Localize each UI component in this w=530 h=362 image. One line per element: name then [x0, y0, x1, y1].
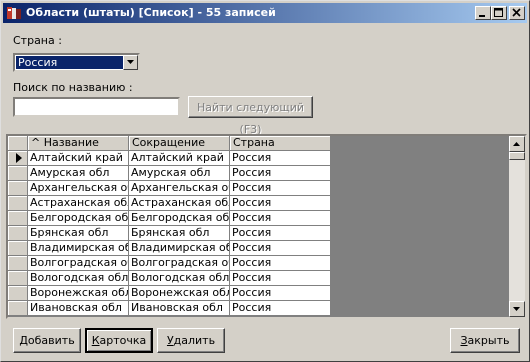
- search-input[interactable]: [13, 97, 180, 117]
- delete-button[interactable]: Удалить: [157, 328, 225, 353]
- row-indicator[interactable]: [8, 196, 28, 211]
- row-indicator[interactable]: [8, 256, 28, 271]
- column-header-short[interactable]: Сокращение: [129, 136, 230, 151]
- row-indicator[interactable]: [8, 286, 28, 301]
- vertical-scrollbar[interactable]: [509, 136, 525, 317]
- main-window: Области (штаты) [Список] - 55 записей Ст…: [0, 0, 530, 362]
- cell-country[interactable]: Россия: [230, 196, 331, 211]
- add-button[interactable]: Добавить: [13, 328, 81, 353]
- title-bar[interactable]: Области (штаты) [Список] - 55 записей: [3, 3, 527, 23]
- cell-country[interactable]: Россия: [230, 181, 331, 196]
- cell-name[interactable]: Волгоградская обл: [28, 256, 129, 271]
- country-label: Страна :: [13, 34, 62, 47]
- card-button-label: арточка: [99, 334, 147, 347]
- cell-short[interactable]: Архангельская обл: [129, 181, 230, 196]
- row-pointer-icon: [16, 153, 22, 163]
- country-dropdown-button[interactable]: [123, 55, 138, 70]
- cell-short[interactable]: Астраханская обл: [129, 196, 230, 211]
- close-button[interactable]: Закрыть: [450, 328, 520, 353]
- maximize-button[interactable]: [491, 6, 507, 20]
- cell-short[interactable]: Вологодская обл: [129, 271, 230, 286]
- cell-country[interactable]: Россия: [230, 166, 331, 181]
- cell-short[interactable]: Ивановская обл: [129, 301, 230, 316]
- cell-short[interactable]: Брянская обл: [129, 226, 230, 241]
- scroll-up-button[interactable]: [509, 136, 525, 152]
- add-button-label: обавить: [27, 334, 75, 347]
- minimize-icon: [479, 15, 485, 17]
- cell-country[interactable]: Россия: [230, 226, 331, 241]
- cell-short[interactable]: Амурская обл: [129, 166, 230, 181]
- row-indicator[interactable]: [8, 151, 28, 166]
- regions-grid[interactable]: ^ Название Сокращение Страна Алтайский к…: [6, 134, 527, 319]
- cell-country[interactable]: Россия: [230, 301, 331, 316]
- cell-short[interactable]: Алтайский край: [129, 151, 230, 166]
- scroll-up-icon: [513, 142, 520, 146]
- card-button[interactable]: Карточка: [85, 328, 153, 353]
- cell-country[interactable]: Россия: [230, 271, 331, 286]
- column-header-country[interactable]: Страна: [230, 136, 331, 151]
- add-button-hotkey: Д: [19, 334, 28, 347]
- close-button-hotkey: З: [460, 334, 468, 347]
- country-select[interactable]: Россия: [13, 53, 140, 72]
- cell-name[interactable]: Владимирская обл: [28, 241, 129, 256]
- cell-name[interactable]: Архангельская обл: [28, 181, 129, 196]
- close-button-label: акрыть: [467, 334, 510, 347]
- grid-corner: [8, 136, 28, 151]
- cell-name[interactable]: Вологодская обл: [28, 271, 129, 286]
- cell-country[interactable]: Россия: [230, 256, 331, 271]
- cell-short[interactable]: Волгоградская обл: [129, 256, 230, 271]
- card-button-hotkey: К: [91, 334, 100, 347]
- cell-name[interactable]: Воронежская обл: [28, 286, 129, 301]
- cell-short[interactable]: Владимирская обл: [129, 241, 230, 256]
- cell-name[interactable]: Алтайский край: [28, 151, 129, 166]
- cell-name[interactable]: Брянская обл: [28, 226, 129, 241]
- app-icon: [7, 7, 21, 19]
- cell-name[interactable]: Амурская обл: [28, 166, 129, 181]
- cell-country[interactable]: Россия: [230, 211, 331, 226]
- close-window-button[interactable]: [509, 6, 525, 20]
- cell-country[interactable]: Россия: [230, 241, 331, 256]
- close-icon: [512, 8, 521, 17]
- row-indicator[interactable]: [8, 301, 28, 316]
- scroll-thumb[interactable]: [509, 152, 525, 160]
- cell-country[interactable]: Россия: [230, 286, 331, 301]
- row-indicator[interactable]: [8, 226, 28, 241]
- row-indicator[interactable]: [8, 241, 28, 256]
- row-indicator[interactable]: [8, 181, 28, 196]
- maximize-icon: [494, 8, 503, 17]
- find-next-button[interactable]: Найти следующий (F3): [188, 96, 313, 136]
- minimize-button[interactable]: [475, 6, 491, 20]
- scroll-down-button[interactable]: [509, 301, 525, 317]
- delete-button-hotkey: У: [166, 334, 174, 347]
- row-indicator[interactable]: [8, 271, 28, 286]
- scroll-down-icon: [513, 307, 520, 311]
- country-selected-value: Россия: [16, 56, 123, 69]
- cell-country[interactable]: Россия: [230, 151, 331, 166]
- cell-name[interactable]: Ивановская обл: [28, 301, 129, 316]
- row-indicator[interactable]: [8, 166, 28, 181]
- cell-name[interactable]: Астраханская обл: [28, 196, 129, 211]
- row-indicator[interactable]: [8, 211, 28, 226]
- search-label: Поиск по названию :: [13, 81, 133, 94]
- cell-short[interactable]: Воронежская обл: [129, 286, 230, 301]
- delete-button-label: далить: [173, 334, 216, 347]
- column-header-name[interactable]: ^ Название: [28, 136, 129, 151]
- window-title: Области (штаты) [Список] - 55 записей: [26, 6, 276, 19]
- cell-name[interactable]: Белгородская обл: [28, 211, 129, 226]
- cell-short[interactable]: Белгородская обл: [129, 211, 230, 226]
- dropdown-arrow-icon: [127, 60, 134, 64]
